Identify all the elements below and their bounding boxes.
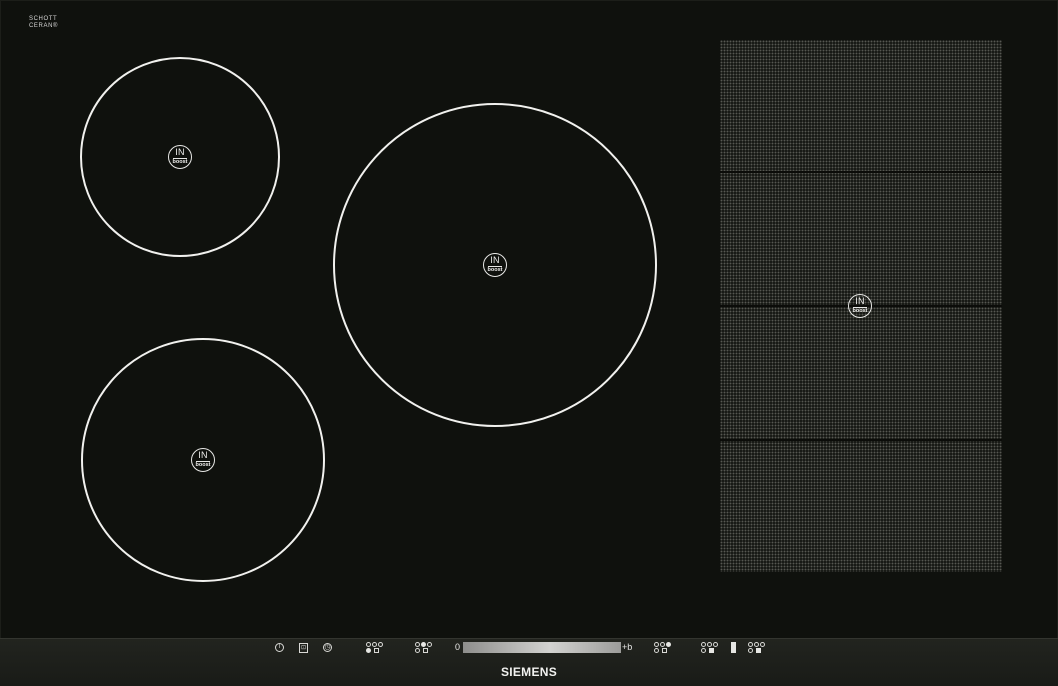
power-level-slider[interactable] [463,642,621,653]
induction-label: IN [855,296,865,306]
induction-boost-mark: IN boost [483,253,507,277]
power-icon[interactable]: I [275,643,284,652]
induction-boost-mark: IN boost [191,448,215,472]
zone-select-icon-5[interactable] [748,642,765,654]
child-lock-icon[interactable]: ⊡ [299,643,308,653]
zone-select-icon-3[interactable] [654,642,671,654]
induction-boost-mark: IN boost [848,294,872,318]
zone-select-icon-1[interactable] [366,642,383,654]
induction-label: IN [198,450,208,460]
induction-boost-mark: IN boost [168,145,192,169]
power-slider-min-label: 0 [455,642,461,652]
power-slider-max-label: +b [622,642,633,652]
boost-label: boost [195,462,211,468]
flex-bar-icon[interactable] [731,642,736,653]
induction-cooktop: SCHOTT CERAN® IN boost IN boost IN boost… [0,0,1058,686]
glass-brand-line1: SCHOTT [29,16,58,22]
boost-label: boost [852,308,868,314]
induction-label: IN [490,255,500,265]
glass-brand-mark: SCHOTT CERAN® [29,16,58,31]
induction-label: IN [175,147,185,157]
boost-label: boost [487,267,503,273]
flex-zone-divider [720,439,1002,441]
glass-brand-line2: CERAN® [29,22,59,29]
brand-logo: SIEMENS [500,665,558,679]
timer-icon[interactable]: ◷ [323,643,332,652]
boost-label: boost [172,159,188,165]
flex-zone-divider [720,171,1002,173]
zone-select-icon-4[interactable] [701,642,718,654]
zone-select-icon-2[interactable] [415,642,432,654]
